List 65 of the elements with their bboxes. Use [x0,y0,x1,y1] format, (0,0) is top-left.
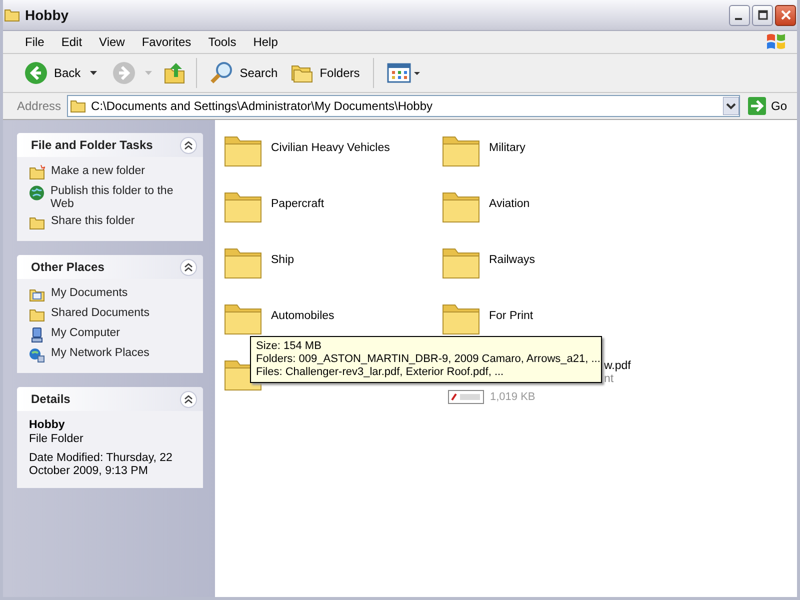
folder-name[interactable]: Automobiles [271,310,334,322]
folders-button[interactable]: Folders [286,60,363,86]
task-link[interactable]: Publish this folder to the Web [50,185,195,211]
close-button[interactable] [775,4,796,26]
folder-icon [29,287,45,303]
date-modified: Date Modified: Thursday, 22 October 2009, 9:13 PM [29,452,174,478]
maximize-button[interactable] [752,4,773,26]
computer-icon [29,327,45,343]
folder-icon [4,8,20,22]
item-type: File Folder [29,433,84,446]
task-link[interactable]: Share this folder [51,215,135,228]
folder-icon [29,215,45,231]
folder-icon [29,165,45,181]
search-icon [210,61,234,85]
task-link[interactable]: My Network Places [51,347,150,360]
folder-icon [70,99,86,113]
folder-name[interactable]: Military [489,142,526,154]
go-arrow-icon [748,97,766,115]
folder-name[interactable]: Aviation [489,198,530,210]
folder-name[interactable]: Papercraft [271,198,324,210]
folder-up-icon[interactable] [164,61,186,85]
minimize-button[interactable] [729,4,750,26]
address-field[interactable]: C:\Documents and Settings\Administrator\My Documents\Hobby [67,95,740,117]
task-link[interactable]: My Computer [51,327,120,340]
menu-item[interactable]: Favorites [134,35,200,49]
back-button[interactable]: Back [21,59,84,87]
menu-item[interactable]: View [91,35,134,49]
network-icon [29,347,45,363]
panel-title: File and Folder Tasks [31,138,153,152]
menu-item[interactable]: Help [245,35,287,49]
close-icon [780,10,790,20]
go-button[interactable]: Go [744,97,797,115]
file-type: nt [604,373,614,386]
folder-name[interactable]: Railways [489,254,536,266]
folder-name[interactable]: Ship [271,254,294,266]
address-label: Address [17,99,62,113]
dropdown-icon[interactable] [722,97,739,115]
caret-icon[interactable] [90,71,97,75]
collapse-icon[interactable] [180,136,197,154]
tooltip-line: Size: 154 MB [256,340,322,353]
pdf-file-icon[interactable] [448,390,484,404]
task-link[interactable]: Shared Documents [51,307,150,320]
window-title: Hobby [25,7,69,23]
collapse-icon[interactable] [180,258,197,276]
menu-item[interactable]: Edit [53,35,92,49]
globe-icon [29,185,44,201]
panel-title: Other Places [31,260,104,274]
folder-name[interactable]: Civilian Heavy Vehicles [271,142,390,154]
maximize-icon [758,10,768,20]
menu-item[interactable]: Tools [200,35,246,49]
folder-icon [29,307,45,323]
minimize-icon [735,18,742,20]
tooltip-line: Files: Challenger-rev3_lar.pdf, Exterior Roof.pdf, ... [256,366,505,379]
folder-name[interactable]: For Print [489,310,534,322]
file-name[interactable]: w.pdf [604,360,631,373]
item-name: Hobby [29,419,66,432]
panel-title: Details [31,392,70,406]
task-link[interactable]: Make a new folder [51,165,145,178]
search-button[interactable]: Search [206,59,281,87]
file-size: 1,019 KB [490,391,536,403]
task-link[interactable]: My Documents [51,287,128,300]
windows-logo-icon [765,32,787,52]
collapse-icon[interactable] [180,390,197,408]
views-icon [386,62,421,84]
menu-item[interactable]: File [17,35,54,49]
